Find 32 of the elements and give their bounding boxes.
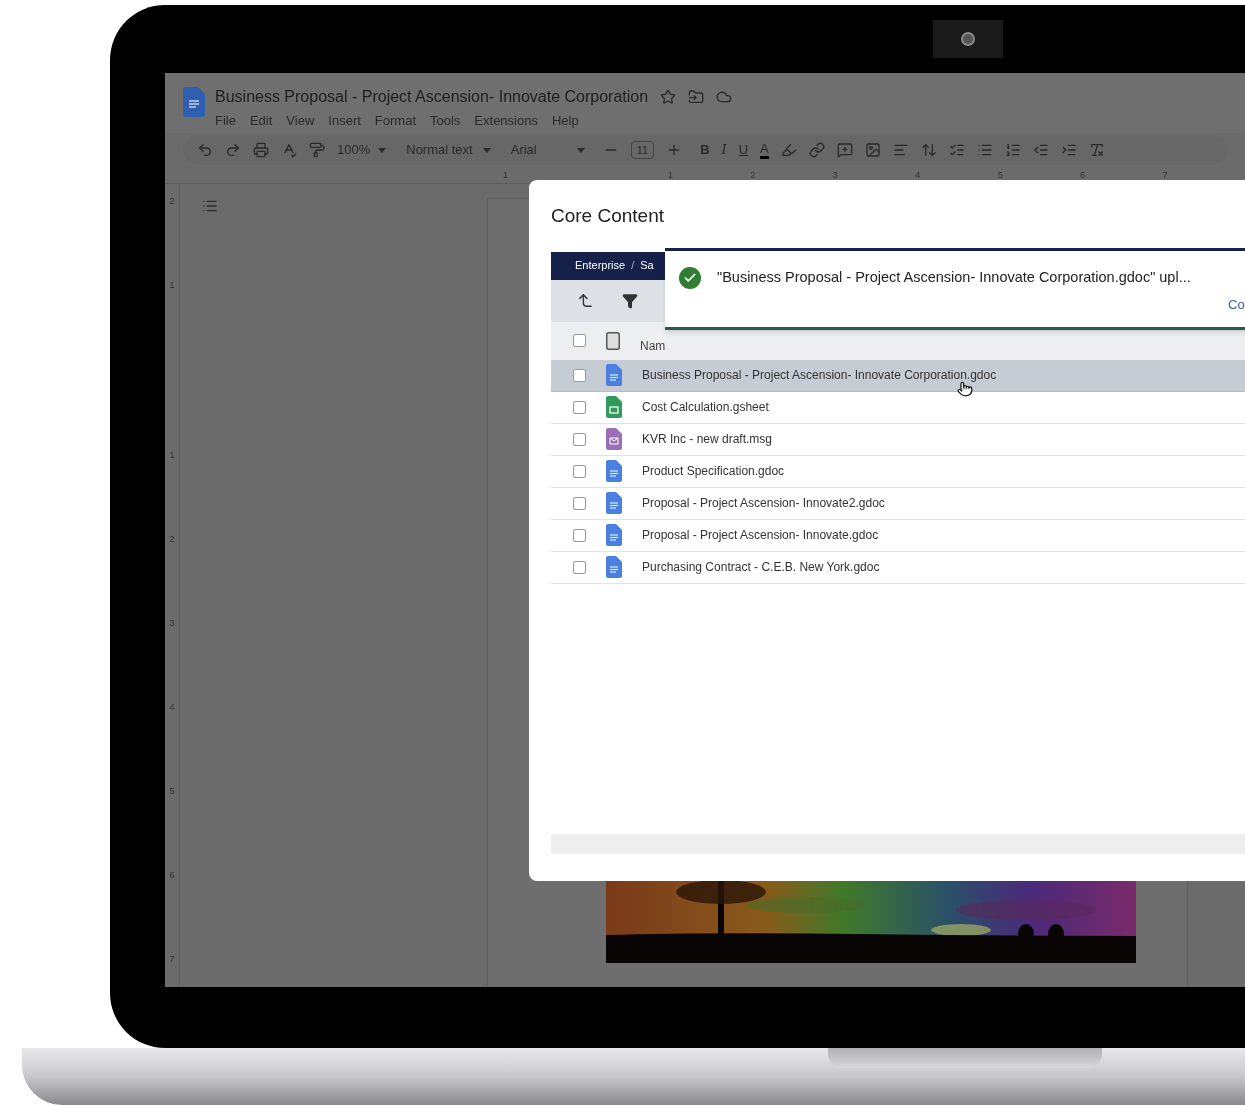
dialog-title: Core Content [551, 204, 665, 228]
file-name: Cost Calculation.gsheet [642, 399, 769, 416]
breadcrumb-link[interactable]: Enterprise [575, 257, 626, 274]
underline-button[interactable]: U [738, 140, 749, 160]
file-name: Proposal - Project Ascension- Innovate2.gdoc [642, 495, 885, 512]
style-dropdown[interactable]: Normal text [406, 140, 499, 160]
menu-item[interactable]: Extensions [474, 111, 538, 131]
file-row[interactable]: Business Proposal - Project Ascension- Innovate Corporation.gdoc [551, 359, 1245, 392]
menu-item[interactable]: Help [551, 111, 579, 131]
menu-item[interactable]: File [215, 111, 236, 131]
column-header[interactable]: Nam [640, 326, 666, 355]
notification-link[interactable]: Co [1228, 295, 1245, 315]
font-dropdown[interactable]: Arial [510, 140, 591, 160]
breadcrumb-link[interactable]: Sa [640, 257, 654, 274]
zoom-dropdown[interactable]: 100% [337, 140, 395, 160]
file-name: Product Specification.gdoc [642, 463, 785, 480]
menu-item[interactable]: Tools [430, 111, 461, 131]
bold-button[interactable]: B [700, 140, 710, 160]
file-name: Proposal - Project Ascension- Innovate.gdoc [642, 527, 879, 544]
breadcrumb-separator: / [631, 258, 635, 274]
document-title[interactable]: Business Proposal - Project Ascension- Innovate Corporation [215, 85, 649, 109]
menu-item[interactable]: View [286, 111, 315, 131]
menu-item[interactable]: Edit [249, 111, 273, 131]
menu-item[interactable]: Format [374, 111, 416, 131]
file-name: Purchasing Contract - C.E.B. New York.gdoc [642, 559, 880, 576]
text-color-button[interactable]: A [760, 141, 769, 159]
font-size-field[interactable]: 11 [630, 140, 655, 160]
menu-item[interactable]: Insert [328, 111, 361, 131]
file-name: Business Proposal - Project Ascension- Innovate Corporation.gdoc [642, 367, 997, 384]
file-name: KVR Inc - new draft.msg [642, 431, 773, 448]
notification-message: "Business Proposal - Project Ascension- Innovate Corporation.gdoc" upl... [717, 268, 1191, 288]
italic-button[interactable]: I [721, 140, 727, 160]
